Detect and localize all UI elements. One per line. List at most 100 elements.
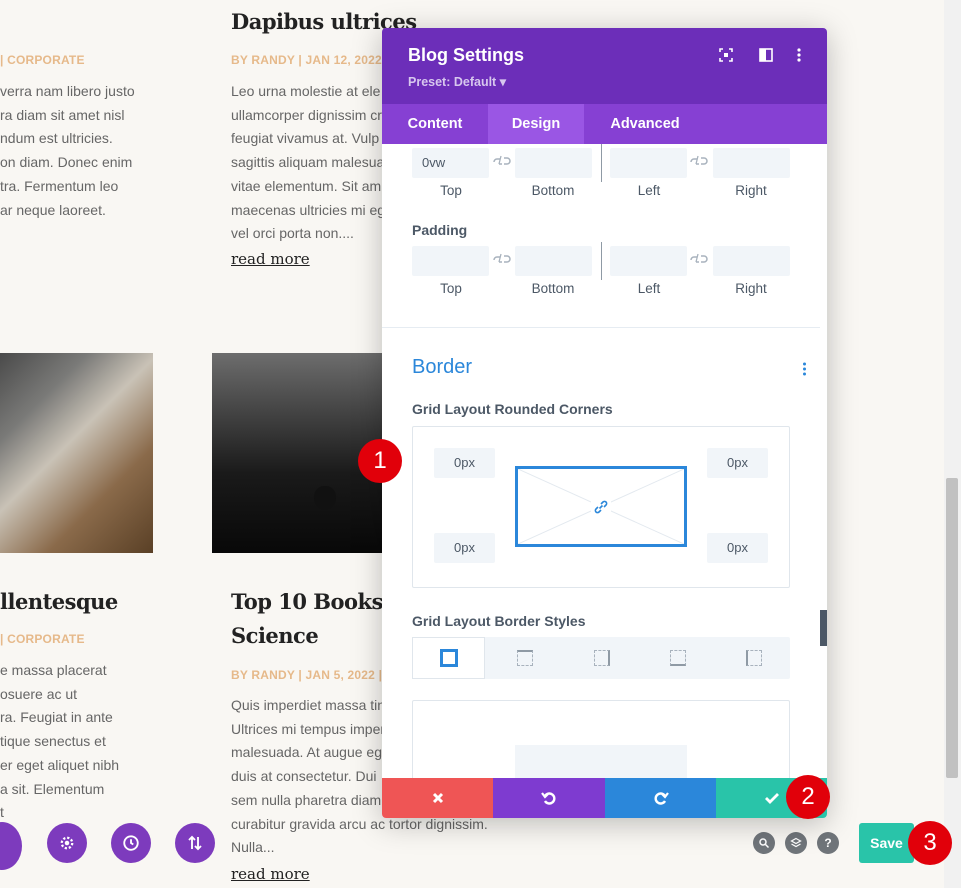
padding-right-label: Right [735, 281, 767, 296]
post-image[interactable] [0, 353, 153, 553]
help-icon: ? [824, 836, 832, 850]
border-styles-label: Grid Layout Border Styles [412, 613, 586, 629]
rounded-corners-control: 0px 0px 0px 0px [412, 426, 790, 588]
tab-content[interactable]: Content [382, 104, 488, 144]
border-right-icon [593, 650, 610, 666]
margin-top-input[interactable]: 0vw [412, 148, 489, 178]
zoom-button[interactable] [753, 832, 775, 854]
post-excerpt: verra nam libero justo ra diam sit amet … [0, 83, 135, 218]
modal-scrollbar-thumb[interactable] [820, 610, 827, 646]
history-icon [123, 835, 139, 851]
corner-bottom-right-input[interactable]: 0px [707, 533, 768, 563]
border-style-bottom[interactable] [641, 637, 715, 679]
border-left-icon [745, 650, 762, 666]
redo-button[interactable] [605, 778, 716, 818]
redo-icon [654, 792, 669, 805]
divider [601, 242, 602, 280]
post-meta: BY RANDY | JAN 5, 2022 | [231, 668, 383, 682]
callout-badge-2: 2 [786, 775, 830, 819]
border-width-control [412, 700, 790, 790]
border-styles-selector [412, 637, 790, 679]
padding-top-input[interactable] [412, 246, 489, 276]
gear-icon [60, 836, 74, 850]
undo-icon [541, 792, 556, 805]
border-top-icon [516, 650, 533, 666]
more-vertical-icon[interactable] [796, 48, 802, 67]
padding-label: Padding [412, 222, 468, 238]
close-icon [432, 792, 443, 804]
save-button[interactable]: Save [859, 823, 914, 863]
link-icon[interactable] [689, 154, 711, 170]
preset-dropdown[interactable]: Preset: Default ▾ [408, 74, 506, 89]
post-meta: | CORPORATE [0, 632, 85, 646]
sort-icon [188, 835, 202, 851]
layers-button[interactable] [785, 832, 807, 854]
builder-main-button[interactable] [0, 822, 22, 870]
margin-top-label: Top [440, 183, 462, 198]
check-icon [764, 793, 779, 804]
history-button[interactable] [111, 823, 151, 863]
page-scrollbar-thumb[interactable] [946, 478, 958, 778]
rounded-corners-label: Grid Layout Rounded Corners [412, 401, 613, 417]
modal-header: Blog Settings Preset: Default ▾ [382, 28, 827, 104]
tab-design[interactable]: Design [488, 104, 584, 144]
zoom-icon [759, 838, 770, 849]
link-icon[interactable] [492, 252, 514, 268]
undo-button[interactable] [493, 778, 605, 818]
border-section-heading[interactable]: Border [412, 356, 472, 379]
corner-bottom-left-input[interactable]: 0px [434, 533, 495, 563]
callout-badge-1: 1 [358, 439, 402, 483]
post-excerpt: Leo urna molestie at ele ullamcorper dig… [231, 83, 382, 242]
link-icon[interactable] [591, 497, 611, 517]
tab-advanced[interactable]: Advanced [584, 104, 706, 144]
margin-left-input[interactable] [610, 148, 687, 178]
margin-left-label: Left [637, 183, 661, 198]
margin-bottom-label: Bottom [531, 183, 575, 198]
post-meta: BY RANDY | JAN 12, 2022 | [231, 53, 390, 67]
modal-body: 0vw Top Bottom Left Right Padding Top Bo… [382, 144, 827, 790]
margin-right-label: Right [735, 183, 767, 198]
post-excerpt: e massa placerat osuere ac ut ra. Feugia… [0, 662, 120, 821]
post-title-line2[interactable]: Science [231, 619, 319, 653]
layers-icon [790, 837, 802, 848]
link-icon[interactable] [492, 154, 514, 170]
post-meta: | CORPORATE [0, 53, 85, 67]
post-title[interactable]: Top 10 Books o [231, 585, 382, 619]
modal-footer [382, 778, 827, 818]
callout-badge-3: 3 [908, 821, 952, 865]
apple-logo-icon [314, 486, 336, 510]
settings-button[interactable] [47, 823, 87, 863]
split-view-icon[interactable] [759, 48, 773, 67]
section-divider [382, 327, 820, 328]
border-bottom-icon [670, 650, 686, 666]
border-style-right[interactable] [564, 637, 639, 679]
margin-right-input[interactable] [713, 148, 790, 178]
post-image[interactable] [212, 353, 382, 553]
border-style-top[interactable] [487, 637, 562, 679]
modal-title: Blog Settings [408, 45, 524, 65]
corner-top-left-input[interactable]: 0px [434, 448, 495, 478]
margin-bottom-input[interactable] [515, 148, 592, 178]
read-more-link[interactable]: read more [231, 865, 310, 883]
move-icon[interactable] [719, 48, 733, 67]
corner-top-right-input[interactable]: 0px [707, 448, 768, 478]
padding-top-label: Top [440, 281, 462, 296]
cancel-button[interactable] [382, 778, 493, 818]
padding-right-input[interactable] [713, 246, 790, 276]
padding-bottom-input[interactable] [515, 246, 592, 276]
corner-preview [515, 466, 687, 547]
portability-button[interactable] [175, 823, 215, 863]
padding-left-input[interactable] [610, 246, 687, 276]
divider [601, 144, 602, 182]
help-button[interactable]: ? [817, 832, 839, 854]
read-more-link[interactable]: read more [231, 250, 310, 268]
border-style-all[interactable] [412, 637, 485, 679]
link-icon[interactable] [689, 252, 711, 268]
more-vertical-icon[interactable] [802, 362, 807, 381]
border-style-left[interactable] [717, 637, 790, 679]
blog-settings-modal: Blog Settings Preset: Default ▾ Content … [382, 28, 827, 818]
padding-left-label: Left [637, 281, 661, 296]
padding-bottom-label: Bottom [531, 281, 575, 296]
modal-tabs: Content Design Advanced [382, 104, 827, 144]
post-title[interactable]: llentesque [0, 585, 118, 619]
